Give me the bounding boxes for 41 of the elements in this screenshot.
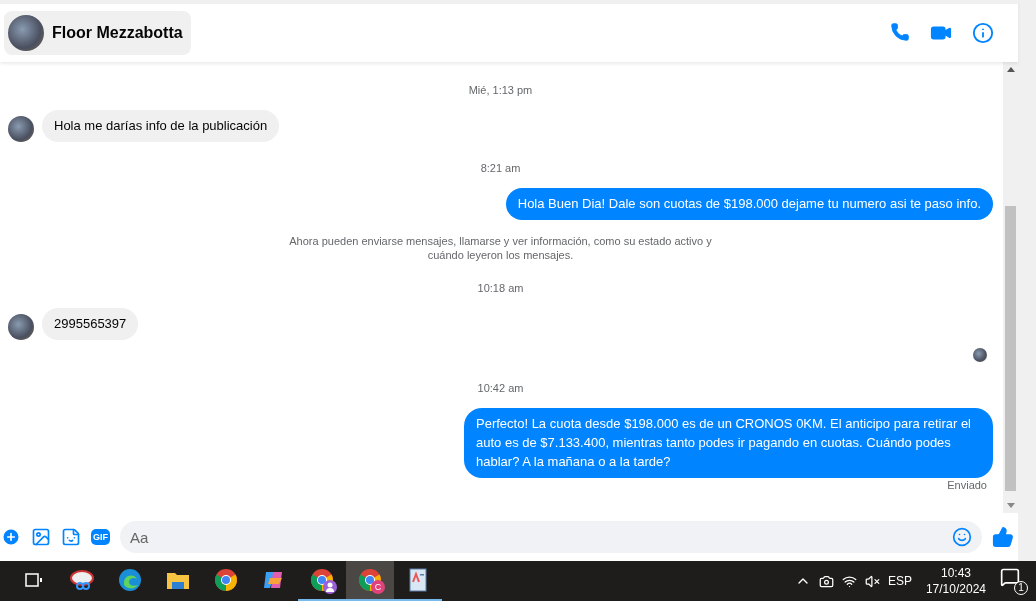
scroll-down-icon[interactable] [1006, 503, 1015, 508]
avatar [8, 15, 44, 51]
outgoing-message: Hola Buen Dia! Dale son cuotas de $198.000 dejame tu numero asi te paso info. [505, 188, 993, 220]
timestamp: 8:21 am [479, 162, 522, 174]
thumbs-up-icon[interactable] [992, 526, 1014, 548]
task-view-icon [25, 572, 43, 588]
phone-icon[interactable] [890, 22, 910, 44]
document-icon [408, 568, 428, 592]
contact-name: Floor Mezzabotta [52, 24, 183, 42]
folder-icon [166, 570, 190, 590]
avatar [8, 116, 34, 142]
image-icon[interactable] [31, 527, 51, 547]
clock[interactable]: 10:43 17/10/2024 [919, 565, 992, 597]
outgoing-message: Perfecto! La cuota desde $198.000 es de un CRONOS 0KM. El anticipo para retirar el auto es de $7.133.400, mientras tanto podes ir pagando en cuotas. Cuándo podes hablar? A la mañana o a la tarde? [464, 408, 993, 478]
browser-icon [214, 568, 238, 592]
incoming-message: Hola me darías info de la publicación [42, 110, 280, 142]
language-indicator[interactable]: ESP [887, 574, 912, 588]
gif-button[interactable]: GIF [91, 529, 110, 545]
smiley-icon[interactable] [952, 527, 972, 547]
wave-circle-icon [118, 568, 142, 592]
contact-chip[interactable]: Floor Mezzabotta [4, 11, 191, 55]
timestamp: 10:18 am [476, 282, 525, 294]
info-notice: Ahora pueden enviarse mensajes, llamarse y ver información, como su estado activo y cuándo leyeron los mensajes. [288, 234, 713, 262]
plus-icon[interactable] [1, 527, 21, 547]
sticker-icon[interactable] [61, 527, 81, 547]
message-status: Enviado [946, 479, 987, 491]
scroll-up-icon[interactable] [1006, 67, 1015, 72]
incoming-message: 2995565397 [42, 308, 139, 340]
avatar [8, 314, 34, 340]
read-receipt-avatar [973, 348, 987, 362]
scrollbar[interactable] [1003, 62, 1018, 513]
camera-icon[interactable] [818, 573, 834, 589]
profile-badge: C [371, 580, 385, 594]
mute-icon[interactable] [864, 573, 880, 589]
wifi-icon[interactable] [841, 573, 857, 589]
timestamp: 10:42 am [476, 382, 525, 394]
taskbar-app[interactable]: C [346, 561, 394, 601]
scissors-icon [70, 569, 94, 591]
info-icon[interactable] [972, 22, 994, 44]
timestamp: Mié, 1:13 pm [467, 84, 534, 96]
message-input[interactable]: Aa [120, 521, 982, 553]
